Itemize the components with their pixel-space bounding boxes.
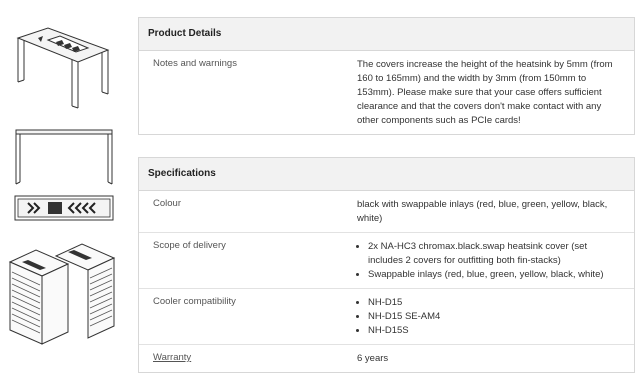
compat-value: NH-D15 NH-D15 SE-AM4 NH-D15S [357,289,634,344]
cover-top-icon[interactable] [14,194,114,222]
notes-warnings-label: Notes and warnings [153,58,237,69]
notes-warnings-value: The covers increase the height of the he… [357,59,613,126]
compat-list: NH-D15 NH-D15 SE-AM4 NH-D15S [357,296,624,338]
list-item: Swappable inlays (red, blue, green, yell… [368,268,624,282]
specifications-heading: Specifications [139,158,634,191]
notes-warnings-row: Notes and warnings The covers increase t… [139,51,634,134]
list-item: NH-D15 SE-AM4 [368,310,624,324]
cover-side-icon[interactable] [14,126,114,188]
product-details-panel: Product Details Notes and warnings The c… [138,17,635,135]
scope-label: Scope of delivery [153,240,226,251]
colour-label: Colour [153,198,181,209]
warranty-value: 6 years [357,353,389,364]
product-details-heading: Product Details [139,18,634,51]
compat-row: Cooler compatibility NH-D15 NH-D15 SE-AM… [139,289,634,345]
colour-row: Colour black with swappable inlays (red,… [139,191,634,233]
list-item: NH-D15 [368,296,624,310]
product-images [0,0,130,358]
warranty-row: Warranty 6 years [139,345,634,372]
scope-value: 2x NA-HC3 chromax.black.swap heatsink co… [357,233,634,288]
cooler-with-covers-icon[interactable] [6,240,126,352]
scope-list: 2x NA-HC3 chromax.black.swap heatsink co… [357,240,624,282]
colour-value: black with swappable inlays (red, blue, … [357,199,608,224]
cover-perspective-icon[interactable] [8,20,120,112]
list-item: 2x NA-HC3 chromax.black.swap heatsink co… [368,240,624,268]
scope-row: Scope of delivery 2x NA-HC3 chromax.blac… [139,233,634,289]
compat-label: Cooler compatibility [153,296,236,307]
list-item: NH-D15S [368,324,624,338]
specifications-panel: Specifications Colour black with swappab… [138,157,635,373]
